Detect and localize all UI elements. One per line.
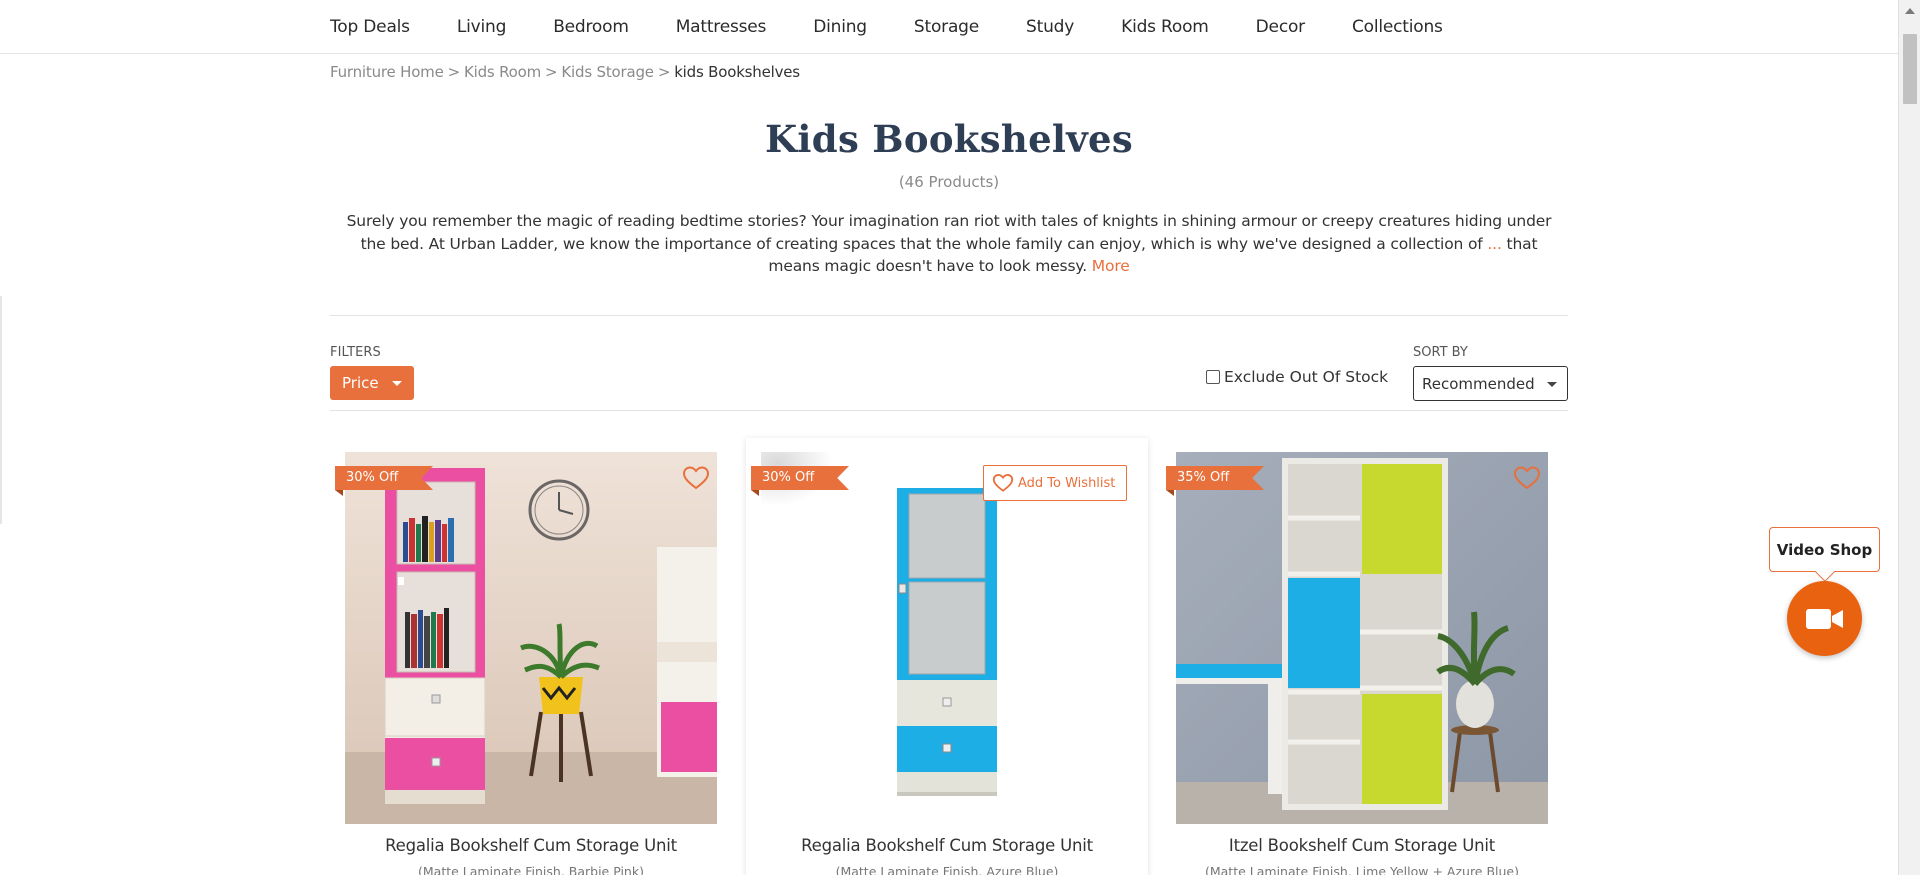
bookshelf-blue-photo: [761, 452, 1133, 824]
filters-label: FILTERS: [330, 345, 381, 360]
bookshelf-lime-blue-photo: [1176, 452, 1548, 824]
nav-item-top-deals[interactable]: Top Deals: [330, 17, 410, 37]
caret-down-icon: [1547, 382, 1557, 387]
scrollbar-thumb[interactable]: [1903, 34, 1917, 104]
category-description: Surely you remember the magic of reading…: [336, 210, 1562, 278]
nav-item-collections[interactable]: Collections: [1352, 17, 1443, 37]
breadcrumb-separator: >: [657, 63, 671, 81]
product-count: (46 Products): [898, 173, 1000, 191]
nav-item-decor[interactable]: Decor: [1256, 17, 1305, 37]
discount-label: 35% Off: [1177, 470, 1230, 485]
breadcrumb-current: kids Bookshelves: [674, 63, 800, 81]
discount-badge: 35% Off: [1166, 466, 1264, 496]
sort-select[interactable]: Recommended: [1413, 366, 1568, 401]
video-shop-tooltip[interactable]: Video Shop: [1769, 527, 1880, 582]
nav-item-storage[interactable]: Storage: [914, 17, 979, 37]
heart-icon[interactable]: [682, 465, 710, 491]
heart-icon: [992, 473, 1014, 492]
sort-select-value: Recommended: [1422, 374, 1535, 393]
section-divider: [330, 315, 1568, 316]
discount-label: 30% Off: [346, 470, 399, 485]
product-card[interactable]: 30% Off Regalia Bookshelf Cum Storage Un…: [330, 438, 732, 875]
nav-menu: Top Deals Living Bedroom Mattresses Dini…: [330, 0, 1490, 54]
discount-label: 30% Off: [762, 470, 815, 485]
exclude-out-of-stock-label: Exclude Out Of Stock: [1224, 368, 1389, 386]
scrollbar[interactable]: [1898, 0, 1920, 875]
price-filter-label: Price: [342, 374, 379, 392]
breadcrumb-kids-storage[interactable]: Kids Storage: [561, 63, 654, 81]
filters-divider: [330, 410, 1568, 411]
breadcrumb: Furniture Home > Kids Room > Kids Storage > ki…: [330, 63, 800, 81]
product-name[interactable]: Itzel Bookshelf Cum Storage Unit: [1161, 836, 1563, 855]
breadcrumb-separator: >: [545, 63, 558, 81]
product-name[interactable]: Regalia Bookshelf Cum Storage Unit: [330, 836, 732, 855]
product-card[interactable]: 30% Off Add To Wishlist Regalia Bookshel…: [746, 438, 1148, 875]
bookshelf-pink-photo: [345, 452, 717, 824]
exclude-out-of-stock-checkbox[interactable]: [1206, 370, 1220, 384]
product-variant: (Matte Laminate Finish, Barbie Pink): [418, 864, 644, 875]
sort-by-label: SORT BY: [1413, 345, 1468, 360]
discount-badge: 30% Off: [751, 466, 849, 496]
nav-item-dining[interactable]: Dining: [813, 17, 867, 37]
top-navigation: Top Deals Living Bedroom Mattresses Dini…: [0, 0, 1898, 54]
video-shop-button[interactable]: [1787, 581, 1862, 656]
more-link[interactable]: More: [1092, 257, 1130, 275]
heart-icon[interactable]: [1513, 465, 1541, 491]
product-variant: (Matte Laminate Finish, Azure Blue): [835, 864, 1059, 875]
breadcrumb-furniture-home[interactable]: Furniture Home: [330, 63, 444, 81]
nav-item-bedroom[interactable]: Bedroom: [553, 17, 629, 37]
breadcrumb-kids-room[interactable]: Kids Room: [464, 63, 541, 81]
nav-item-study[interactable]: Study: [1026, 17, 1074, 37]
discount-badge: 30% Off: [335, 466, 433, 496]
product-name[interactable]: Regalia Bookshelf Cum Storage Unit: [746, 836, 1148, 855]
product-image[interactable]: [1176, 452, 1548, 824]
product-card[interactable]: 35% Off Itzel Bookshelf Cum Storage Unit…: [1161, 438, 1563, 875]
nav-item-kids-room[interactable]: Kids Room: [1121, 17, 1209, 37]
nav-item-mattresses[interactable]: Mattresses: [676, 17, 767, 37]
price-filter-button[interactable]: Price: [330, 366, 414, 400]
page-title: Kids Bookshelves: [764, 117, 1134, 161]
product-image[interactable]: [761, 452, 1133, 824]
video-shop-label: Video Shop: [1776, 540, 1873, 559]
nav-item-living[interactable]: Living: [457, 17, 507, 37]
description-text: Surely you remember the magic of reading…: [346, 212, 1552, 253]
exclude-out-of-stock[interactable]: Exclude Out Of Stock: [1206, 368, 1388, 386]
add-to-wishlist-label: Add To Wishlist: [1018, 475, 1116, 491]
description-ellipsis[interactable]: ...: [1487, 235, 1501, 253]
left-edge-divider: [0, 296, 2, 524]
product-variant: (Matte Laminate Finish, Lime Yellow + Az…: [1204, 864, 1520, 875]
scroll-up-arrow-icon[interactable]: [1905, 8, 1915, 14]
product-image[interactable]: [345, 452, 717, 824]
tooltip-arrow: [1815, 562, 1835, 582]
video-camera-icon: [1805, 608, 1843, 629]
caret-down-icon: [392, 381, 402, 386]
breadcrumb-separator: >: [447, 63, 461, 81]
add-to-wishlist-button[interactable]: Add To Wishlist: [983, 465, 1127, 501]
